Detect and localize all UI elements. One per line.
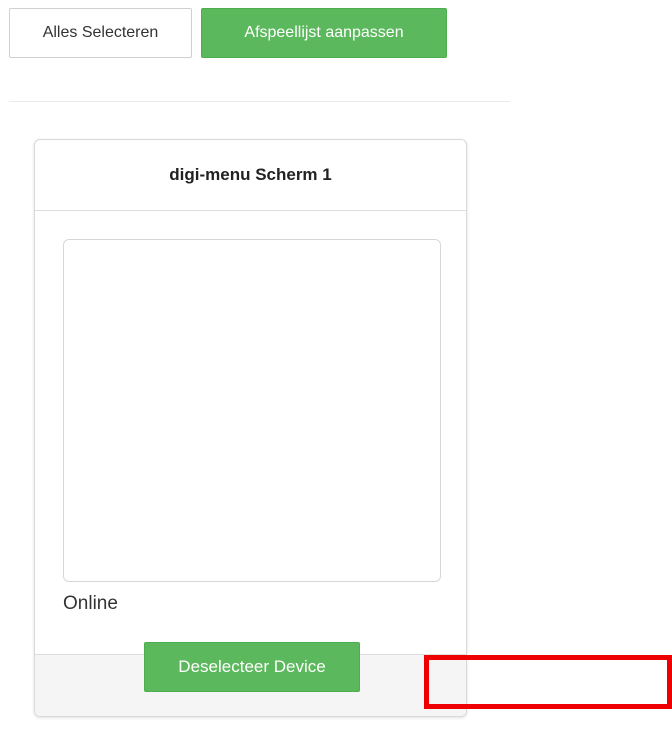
device-name: digi-menu Scherm 1 bbox=[35, 140, 466, 211]
section-divider bbox=[9, 101, 510, 102]
toolbar: Alles Selecteren Afspeellijst aanpassen bbox=[9, 8, 447, 60]
device-card: digi-menu Scherm 1 Online Deselecteer De… bbox=[34, 139, 467, 717]
device-card-footer: Deselecteer Device bbox=[35, 642, 466, 716]
device-status: Online bbox=[63, 593, 118, 614]
edit-playlist-button[interactable]: Afspeellijst aanpassen bbox=[201, 8, 447, 58]
highlight-box bbox=[424, 655, 672, 709]
select-all-button[interactable]: Alles Selecteren bbox=[9, 8, 192, 58]
device-card-body: Online bbox=[35, 211, 466, 657]
device-preview bbox=[63, 239, 441, 582]
deselect-device-button[interactable]: Deselecteer Device bbox=[144, 642, 360, 692]
